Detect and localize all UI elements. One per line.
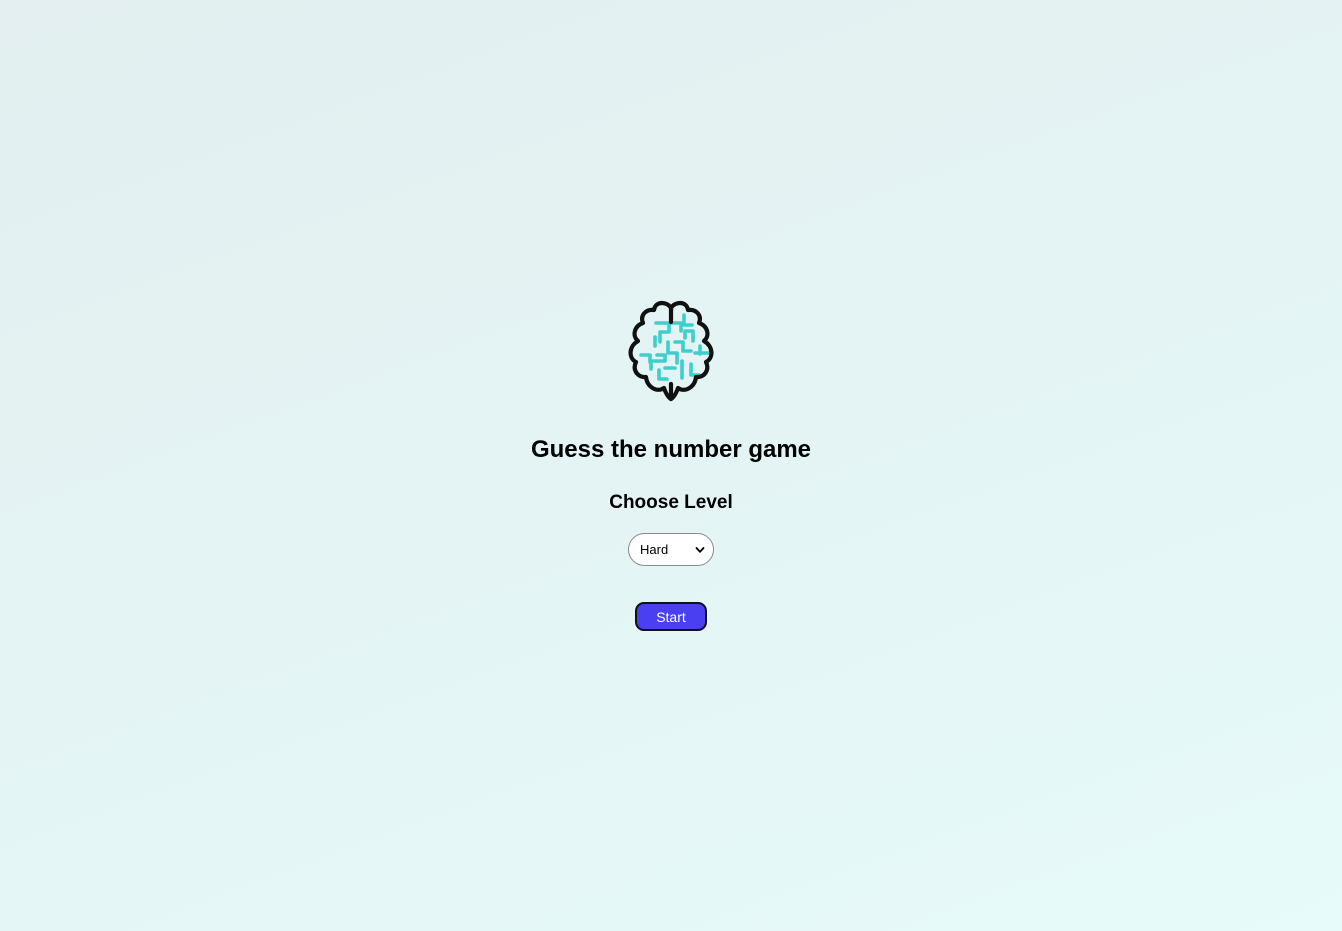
choose-level-heading: Choose Level: [609, 492, 733, 513]
level-select-value: Hard: [640, 542, 669, 557]
chevron-down-icon: [695, 547, 705, 553]
main-screen: Guess the number game Choose Level Hard …: [0, 0, 1342, 931]
start-button[interactable]: Start: [635, 602, 707, 631]
page-title: Guess the number game: [530, 436, 812, 463]
level-select[interactable]: Hard: [628, 533, 714, 566]
brain-maze-icon: [628, 300, 714, 402]
